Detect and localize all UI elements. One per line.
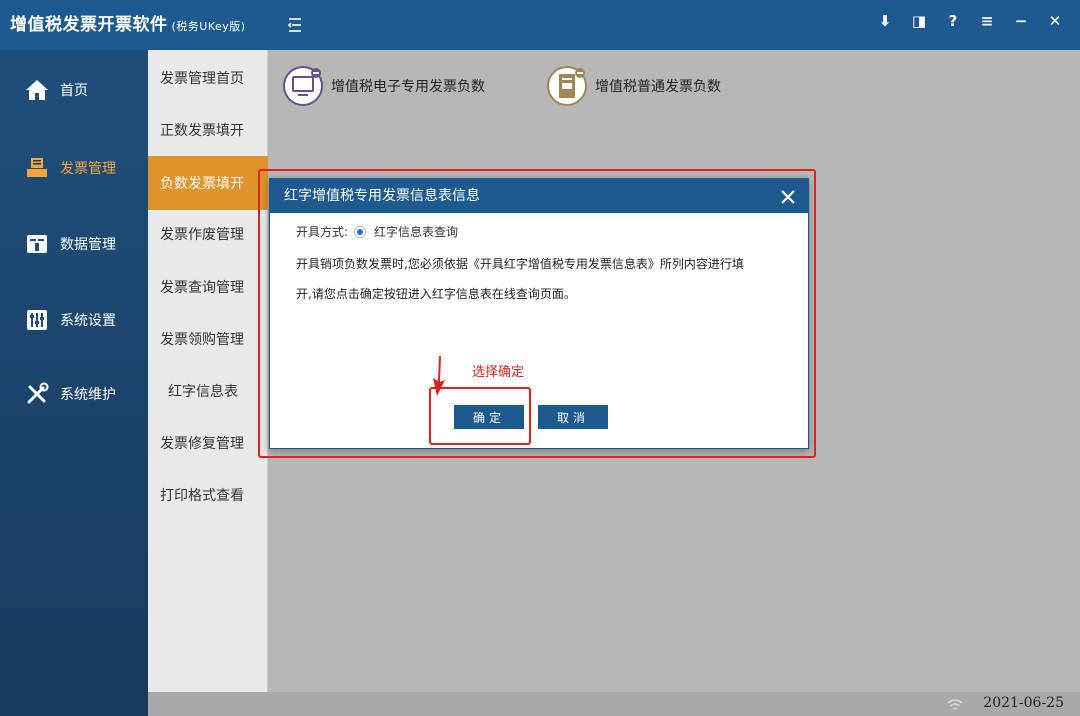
subnav-item-invoice-home[interactable]: 发票管理首页 xyxy=(148,51,268,105)
dialog-message: 开具销项负数发票时,您必须依据《开具红字增值税专用发票信息表》所列内容进行填 开… xyxy=(296,249,796,309)
subnav-item-invoice-query[interactable]: 发票查询管理 xyxy=(148,260,268,314)
pin-icon[interactable]: ⬇ xyxy=(868,4,902,38)
network-icon xyxy=(946,697,964,716)
wrench-icon xyxy=(24,381,50,407)
issue-method-radio[interactable] xyxy=(354,225,367,238)
menu-icon[interactable]: ≡ xyxy=(970,4,1004,38)
database-icon xyxy=(24,231,50,257)
shortcut-electronic-special-negative[interactable]: 增值税电子专用发票负数 xyxy=(281,64,485,108)
issue-method-row: 开具方式: 红字信息表查询 xyxy=(296,223,458,240)
shortcut-label: 增值税普通发票负数 xyxy=(595,79,721,95)
nav-item-system-settings[interactable]: 系统设置 xyxy=(0,290,148,350)
dialog-message-line-1: 开具销项负数发票时,您必须依据《开具红字增值税专用发票信息表》所列内容进行填 xyxy=(296,257,744,271)
annotation-arrow-icon xyxy=(430,356,446,400)
nav-item-label: 发票管理 xyxy=(60,161,116,177)
cancel-button[interactable]: 取消 xyxy=(538,405,608,429)
issue-method-label: 开具方式: xyxy=(296,225,349,239)
subnav-item-negative-invoice[interactable]: 负数发票填开 xyxy=(148,156,268,210)
status-bar-left xyxy=(0,692,148,716)
invoice-document-icon xyxy=(545,64,589,108)
home-icon xyxy=(24,77,50,103)
subnav-item-print-format[interactable]: 打印格式查看 xyxy=(148,468,268,522)
subnav-item-void-invoice[interactable]: 发票作废管理 xyxy=(148,207,268,261)
subnav-item-red-info-table[interactable]: 红字信息表 xyxy=(148,364,268,418)
annotation-text: 选择确定 xyxy=(472,365,525,380)
computer-invoice-icon xyxy=(281,64,325,108)
shortcut-label: 增值税电子专用发票负数 xyxy=(331,79,485,95)
status-bar: 2021-06-25 xyxy=(0,692,1080,716)
left-navigation: 首页 发票管理 数据管理 系统设置 系统维护 xyxy=(0,50,148,692)
dialog-title-bar: 红字增值税专用发票信息表信息 xyxy=(270,179,808,213)
shortcut-general-negative[interactable]: 增值税普通发票负数 xyxy=(545,64,721,108)
title-bar: 增值税发票开票软件 (税务UKey版) ⬇ ◨ ? ≡ − ✕ xyxy=(0,0,1080,50)
nav-item-label: 数据管理 xyxy=(60,237,116,253)
sub-navigation: 发票管理首页 正数发票填开 负数发票填开 发票作废管理 发票查询管理 发票领购管… xyxy=(148,50,268,692)
nav-item-home[interactable]: 首页 xyxy=(0,60,148,120)
dialog-close-icon[interactable] xyxy=(778,186,798,206)
app-edition: (税务UKey版) xyxy=(171,20,246,33)
radio-selected-dot xyxy=(357,228,364,235)
confirm-button[interactable]: 确定 xyxy=(454,405,524,429)
sliders-icon xyxy=(24,307,50,333)
status-date: 2021-06-25 xyxy=(983,695,1064,711)
restore-icon[interactable]: ◨ xyxy=(902,4,936,38)
app-title: 增值税发票开票软件 (税务UKey版) xyxy=(10,0,246,50)
nav-item-label: 系统维护 xyxy=(60,387,116,403)
subnav-item-invoice-purchase[interactable]: 发票领购管理 xyxy=(148,312,268,366)
subnav-item-positive-invoice[interactable]: 正数发票填开 xyxy=(148,103,268,157)
printer-icon xyxy=(24,155,50,181)
close-window-icon[interactable]: ✕ xyxy=(1038,4,1072,38)
issue-method-option: 红字信息表查询 xyxy=(374,225,459,239)
app-name: 增值税发票开票软件 xyxy=(10,15,168,35)
minimize-icon[interactable]: − xyxy=(1004,4,1038,38)
window-controls: ⬇ ◨ ? ≡ − ✕ xyxy=(868,0,1072,42)
nav-item-data-management[interactable]: 数据管理 xyxy=(0,214,148,274)
dialog-title: 红字增值税专用发票信息表信息 xyxy=(284,188,480,204)
nav-item-invoice-management[interactable]: 发票管理 xyxy=(0,138,148,198)
help-icon[interactable]: ? xyxy=(936,4,970,38)
nav-item-label: 首页 xyxy=(60,83,88,99)
dialog-message-line-2: 开,请您点击确定按钮进入红字信息表在线查询页面。 xyxy=(296,287,576,301)
nav-item-system-maintenance[interactable]: 系统维护 xyxy=(0,364,148,424)
red-invoice-info-dialog: 红字增值税专用发票信息表信息 开具方式: 红字信息表查询 开具销项负数发票时,您… xyxy=(269,178,809,449)
subnav-item-invoice-repair[interactable]: 发票修复管理 xyxy=(148,416,268,470)
nav-item-label: 系统设置 xyxy=(60,313,116,329)
menu-collapse-icon[interactable] xyxy=(287,16,304,34)
